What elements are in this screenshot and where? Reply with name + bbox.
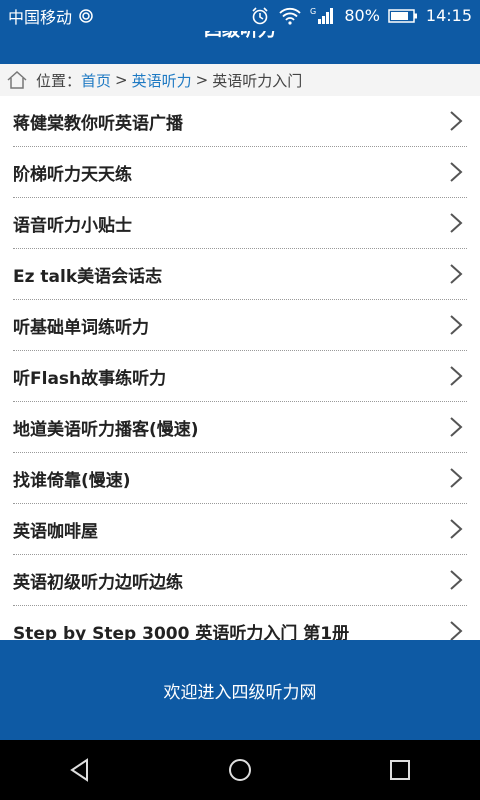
list-item[interactable]: 地道美语听力播客(慢速) <box>13 402 467 453</box>
chevron-right-icon <box>450 366 463 386</box>
carrier-name: 中国移动 <box>8 7 73 27</box>
home-button[interactable] <box>210 750 270 790</box>
chevron-right-icon <box>450 468 463 488</box>
signal-indicator-icon <box>78 8 94 24</box>
list-item[interactable]: 语音听力小贴士 <box>13 198 467 249</box>
list-item-label: Ez talk美语会话志 <box>13 266 163 287</box>
list-item[interactable]: Ez talk美语会话志 <box>13 249 467 300</box>
chevron-right-icon <box>450 315 463 335</box>
battery-percent: 80% <box>344 6 380 25</box>
chevron-right-icon <box>450 621 463 640</box>
list-item-label: 阶梯听力天天练 <box>13 164 132 185</box>
breadcrumb-separator: > <box>115 71 128 89</box>
home-circle-icon <box>229 759 251 781</box>
breadcrumb-separator: > <box>195 71 209 89</box>
list-item-label: 找谁倚靠(慢速) <box>13 470 131 491</box>
chevron-right-icon <box>450 264 463 284</box>
network-type-label: G <box>310 7 316 16</box>
list-item-label: 听基础单词练听力 <box>13 317 149 338</box>
list-item-label: 地道美语听力播客(慢速) <box>13 419 199 440</box>
list-item[interactable]: 英语咖啡屋 <box>13 504 467 555</box>
back-triangle-icon <box>70 758 88 782</box>
battery-icon <box>388 8 418 24</box>
home-icon[interactable] <box>6 69 28 91</box>
recents-button[interactable] <box>370 750 430 790</box>
footer-text: 欢迎进入四级听力网 <box>163 682 317 703</box>
breadcrumb-category-link[interactable]: 英语听力 <box>132 70 192 91</box>
list-item-label: Step by Step 3000 英语听力入门 第1册 <box>13 623 350 641</box>
chevron-right-icon <box>450 213 463 233</box>
list-item[interactable]: 阶梯听力天天练 <box>13 147 467 198</box>
breadcrumb-home-link[interactable]: 首页 <box>81 70 111 91</box>
breadcrumb: 位置： 首页 > 英语听力 > 英语听力入门 <box>0 64 480 96</box>
list-item[interactable]: 找谁倚靠(慢速) <box>13 453 467 504</box>
chevron-right-icon <box>450 519 463 539</box>
page-title: 四级听力 <box>0 31 480 42</box>
alarm-icon <box>250 6 270 26</box>
chevron-right-icon <box>450 162 463 182</box>
list-item[interactable]: 听基础单词练听力 <box>13 300 467 351</box>
cell-signal-icon: G <box>310 6 336 26</box>
list-item-label: 英语咖啡屋 <box>13 521 98 542</box>
back-button[interactable] <box>50 750 110 790</box>
list-item[interactable]: 蒋健棠教你听英语广播 <box>13 96 467 147</box>
chevron-right-icon <box>450 570 463 590</box>
list-item-label: 听Flash故事练听力 <box>13 368 167 389</box>
list-item-label: 英语初级听力边听边练 <box>13 572 183 593</box>
wifi-icon <box>278 6 302 26</box>
system-nav-bar <box>0 740 480 800</box>
list-item-label: 蒋健棠教你听英语广播 <box>13 113 183 134</box>
status-bar: 中国移动 G 80% 14:15 <box>0 0 480 31</box>
app-header: 四级听力 <box>0 31 480 64</box>
course-list: 蒋健棠教你听英语广播 阶梯听力天天练 语音听力小贴士 Ez talk美语会话志 … <box>0 96 480 640</box>
list-item[interactable]: 英语初级听力边听边练 <box>13 555 467 606</box>
chevron-right-icon <box>450 417 463 437</box>
list-item[interactable]: 听Flash故事练听力 <box>13 351 467 402</box>
breadcrumb-current: 英语听力入门 <box>212 71 303 90</box>
welcome-footer: 欢迎进入四级听力网 <box>0 640 480 740</box>
clock: 14:15 <box>425 6 472 25</box>
chevron-right-icon <box>450 111 463 131</box>
list-item-label: 语音听力小贴士 <box>13 215 132 236</box>
recents-square-icon <box>390 760 410 780</box>
breadcrumb-prefix: 位置： <box>36 71 82 90</box>
list-item[interactable]: Step by Step 3000 英语听力入门 第1册 <box>13 606 467 640</box>
